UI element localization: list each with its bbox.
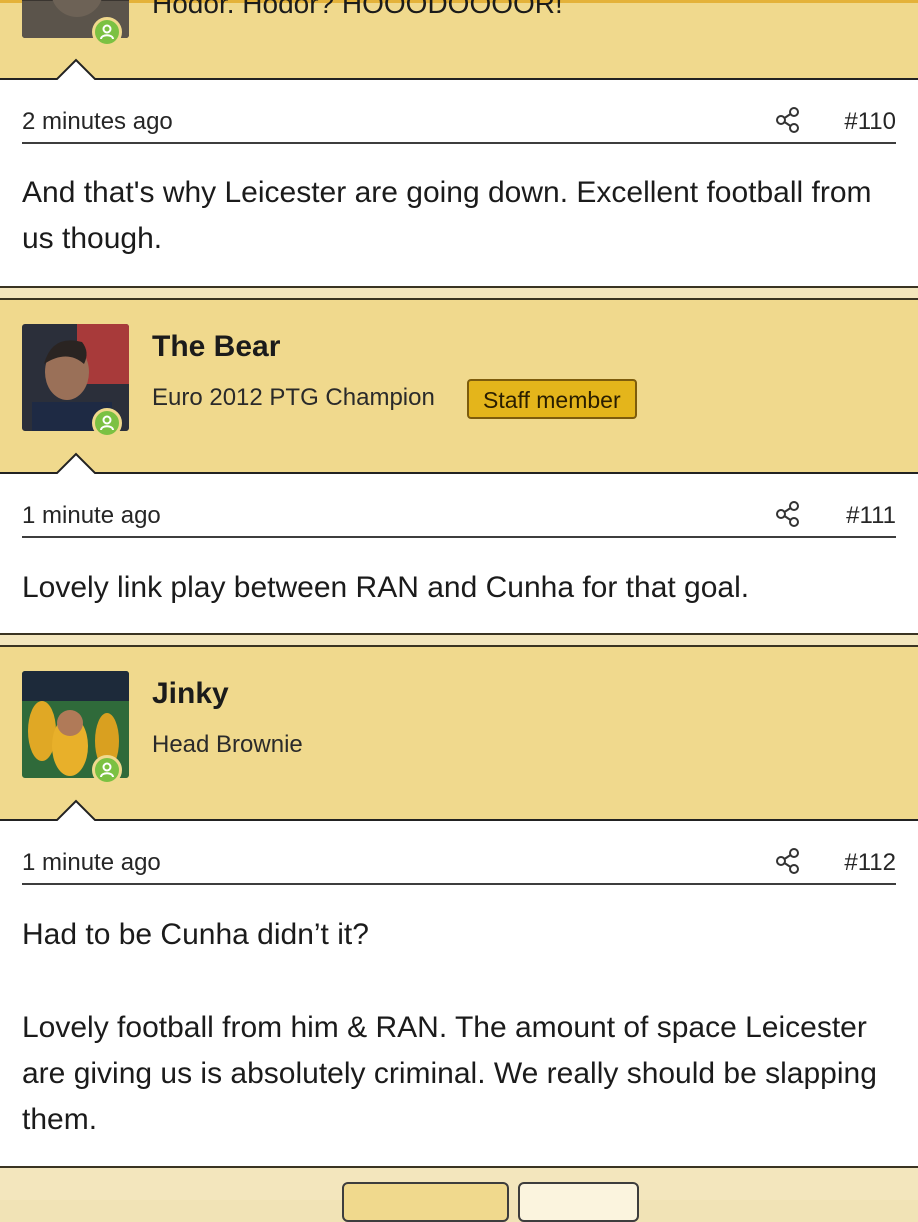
post-110-meta: 2 minutes ago #110 — [22, 100, 896, 144]
share-icon[interactable] — [774, 106, 802, 134]
post-separator — [0, 286, 918, 300]
post-110: 2 minutes ago #110 And that's why Leices… — [0, 58, 918, 286]
caret-pointer — [56, 452, 96, 474]
post-paragraph: Lovely football from him & RAN. The amou… — [22, 1011, 877, 1136]
post-111-user-block: The Bear Euro 2012 PTG Champion Staff me… — [0, 300, 918, 472]
online-status-icon — [92, 17, 122, 47]
post-110-user-block: Hodor. Hodor? HOOODOOOOR! — [0, 0, 918, 78]
post-paragraph: Had to be Cunha didn’t it? — [22, 918, 369, 951]
post-112-user-block: Jinky Head Brownie — [0, 647, 918, 819]
online-status-icon — [92, 755, 122, 785]
share-icon[interactable] — [774, 847, 802, 875]
staff-badge: Staff member — [467, 379, 637, 419]
caret-pointer — [56, 799, 96, 821]
pagination-button[interactable] — [342, 1182, 509, 1222]
post-time[interactable]: 1 minute ago — [22, 502, 161, 530]
post-number[interactable]: #111 — [846, 502, 896, 530]
pagination-button[interactable] — [518, 1182, 639, 1222]
post-number[interactable]: #112 — [844, 849, 896, 877]
user-title: Head Brownie — [152, 731, 303, 758]
post-111: 1 minute ago #111 Lovely link play betwe… — [0, 452, 918, 633]
post-time[interactable]: 1 minute ago — [22, 849, 161, 877]
online-status-icon — [92, 408, 122, 438]
share-icon[interactable] — [774, 500, 802, 528]
post-number[interactable]: #110 — [844, 108, 896, 136]
post-110-body: And that's why Leicester are going down.… — [22, 170, 896, 262]
post-110-author-text: Hodor. Hodor? HOOODOOOOR! — [152, 0, 563, 19]
username[interactable]: The Bear — [152, 330, 280, 364]
post-111-body: Lovely link play between RAN and Cunha f… — [22, 565, 896, 611]
username[interactable]: Jinky — [152, 677, 229, 711]
post-paragraph: Lovely link play between RAN and Cunha f… — [22, 571, 750, 604]
page-footer-area — [0, 1166, 918, 1222]
post-paragraph: And that's why Leicester are going down.… — [22, 176, 872, 255]
user-title: Euro 2012 PTG Champion — [152, 384, 435, 411]
post-112-meta: 1 minute ago #112 — [22, 841, 896, 885]
caret-pointer — [56, 58, 96, 80]
post-111-meta: 1 minute ago #111 — [22, 494, 896, 538]
post-112: 1 minute ago #112 Had to be Cunha didn’t… — [0, 799, 918, 1166]
post-112-body: Had to be Cunha didn’t it? Lovely footba… — [22, 912, 896, 1143]
post-separator — [0, 633, 918, 647]
post-time[interactable]: 2 minutes ago — [22, 108, 173, 136]
